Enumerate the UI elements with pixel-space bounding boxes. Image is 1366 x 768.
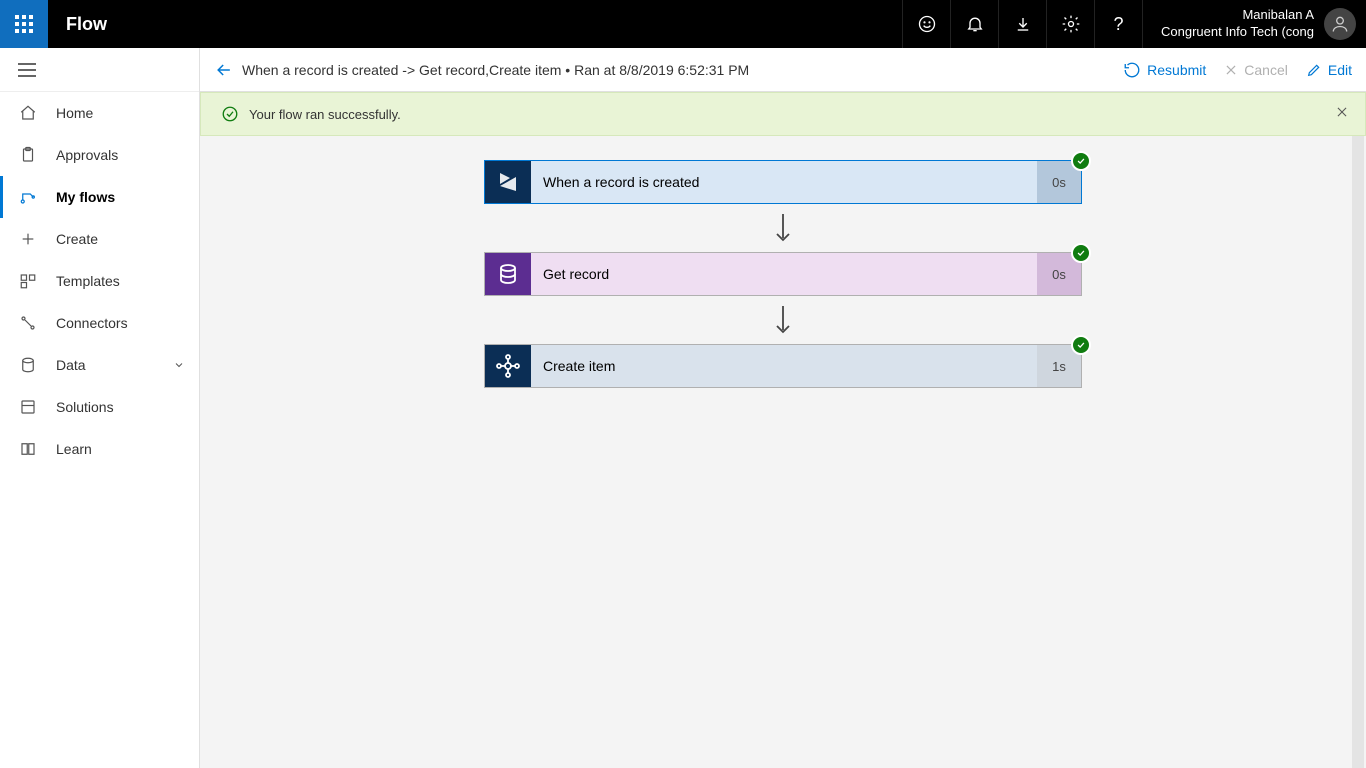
checkmark-circle-icon [221,105,239,123]
close-icon [1224,63,1238,77]
user-menu[interactable]: Manibalan A Congruent Info Tech (cong [1142,0,1366,48]
plus-icon [18,229,38,249]
banner-close-button[interactable] [1335,105,1349,119]
sidebar: Home Approvals My flows Create Templates [0,48,200,768]
step-title: Create item [531,345,1037,387]
settings-button[interactable] [1046,0,1094,48]
sidebar-item-create[interactable]: Create [0,218,199,260]
scrollbar-thumb[interactable] [1352,136,1364,768]
app-launcher-button[interactable] [0,0,48,48]
step-title: When a record is created [531,161,1037,203]
check-icon [1076,248,1086,258]
sidebar-item-approvals[interactable]: Approvals [0,134,199,176]
sidebar-item-learn[interactable]: Learn [0,428,199,470]
person-icon [1330,14,1350,34]
waffle-icon [15,15,33,33]
sidebar-item-label: Approvals [56,147,118,163]
brand-title: Flow [66,14,107,35]
solutions-icon [18,397,38,417]
main-area: When a record is created -> Get record,C… [200,48,1366,768]
help-icon: ? [1114,14,1124,35]
sidebar-item-label: Create [56,231,98,247]
sidebar-item-label: Learn [56,441,92,457]
sidebar-item-label: Data [56,357,86,373]
download-icon [1014,15,1032,33]
feedback-button[interactable] [902,0,950,48]
check-icon [1076,156,1086,166]
flow-step-trigger[interactable]: When a record is created 0s [484,160,1082,204]
smiley-icon [917,14,937,34]
sidebar-item-label: Solutions [56,399,114,415]
help-button[interactable]: ? [1094,0,1142,48]
success-banner: Your flow ran successfully. [200,92,1366,136]
back-button[interactable] [214,60,234,80]
user-name: Manibalan A [1161,7,1314,24]
edit-button[interactable]: Edit [1306,62,1352,78]
sharepoint-icon [485,345,531,387]
resubmit-label: Resubmit [1147,62,1206,78]
sidebar-item-my-flows[interactable]: My flows [0,176,199,218]
sidebar-item-label: Home [56,105,93,121]
hamburger-icon [18,63,36,77]
cancel-button: Cancel [1224,62,1288,78]
pencil-icon [1306,62,1322,78]
flow-canvas: When a record is created 0s Get record 0… [200,136,1366,768]
database-icon [18,355,38,375]
user-org: Congruent Info Tech (cong [1161,24,1314,41]
flow-step-create-item[interactable]: Create item 1s [484,344,1082,388]
avatar [1324,8,1356,40]
sidebar-item-home[interactable]: Home [0,92,199,134]
cancel-label: Cancel [1244,62,1288,78]
status-success-badge [1071,243,1091,263]
resubmit-icon [1123,61,1141,79]
templates-icon [18,271,38,291]
cds-icon [485,253,531,295]
flow-step-get-record[interactable]: Get record 0s [484,252,1082,296]
book-icon [18,439,38,459]
scrollbar[interactable] [1350,136,1366,768]
flow-arrow [484,296,1082,344]
arrow-left-icon [214,60,234,80]
home-icon [18,103,38,123]
step-title: Get record [531,253,1037,295]
run-title: When a record is created -> Get record,C… [242,62,749,78]
gear-icon [1061,14,1081,34]
notifications-button[interactable] [950,0,998,48]
edit-label: Edit [1328,62,1352,78]
sidebar-item-data[interactable]: Data [0,344,199,386]
connectors-icon [18,313,38,333]
sidebar-item-label: Connectors [56,315,128,331]
command-bar: When a record is created -> Get record,C… [200,48,1366,92]
sidebar-item-connectors[interactable]: Connectors [0,302,199,344]
banner-message: Your flow ran successfully. [249,107,401,122]
sidebar-item-label: Templates [56,273,120,289]
close-icon [1335,105,1349,119]
dynamics-icon [485,161,531,203]
arrow-down-icon [773,306,793,336]
status-success-badge [1071,151,1091,171]
sidebar-toggle[interactable] [0,48,199,92]
flow-arrow [484,204,1082,252]
clipboard-icon [18,145,38,165]
sidebar-item-solutions[interactable]: Solutions [0,386,199,428]
top-bar: Flow ? Manibalan A Congruent Info Tech (… [0,0,1366,48]
check-icon [1076,340,1086,350]
bell-icon [965,14,985,34]
sidebar-item-label: My flows [56,189,115,205]
chevron-down-icon [173,359,185,371]
download-button[interactable] [998,0,1046,48]
sidebar-item-templates[interactable]: Templates [0,260,199,302]
arrow-down-icon [773,214,793,244]
flow-icon [18,187,38,207]
status-success-badge [1071,335,1091,355]
resubmit-button[interactable]: Resubmit [1123,61,1206,79]
